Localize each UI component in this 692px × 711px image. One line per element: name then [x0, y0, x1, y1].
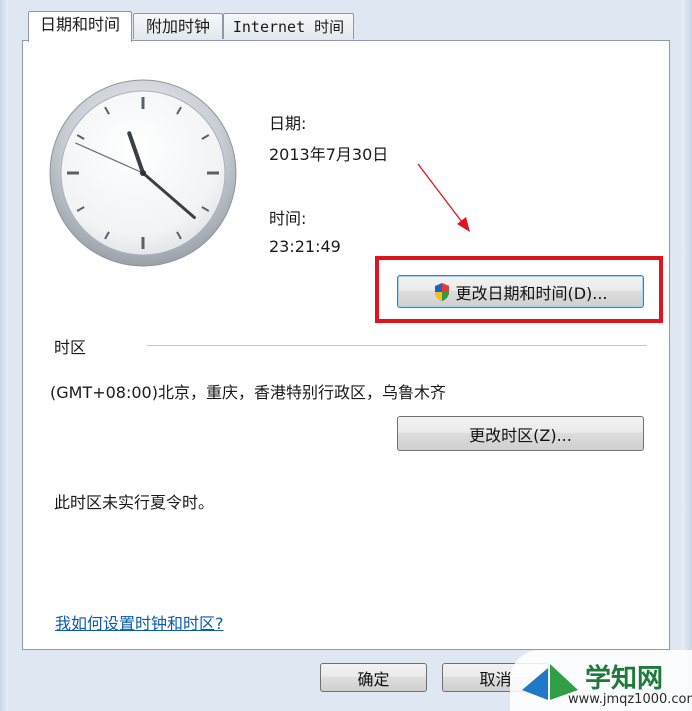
- watermark-url: www.jmqz1000.com: [568, 692, 692, 707]
- watermark-title: 学知网: [585, 664, 664, 694]
- date-value: 2013年7月30日: [269, 145, 389, 164]
- annotation-arrow: [417, 163, 470, 232]
- timezone-value: (GMT+08:00)北京，重庆，香港特别行政区，乌鲁木齐: [50, 383, 446, 402]
- clock-center-pin: [140, 170, 146, 176]
- cancel-label: 取消: [479, 669, 512, 689]
- time-label: 时间:: [269, 209, 307, 228]
- ok-label: 确定: [357, 669, 390, 689]
- tab-internet-time[interactable]: Internet 时间: [223, 13, 354, 39]
- tab-date-time[interactable]: 日期和时间: [28, 11, 132, 42]
- ok-button[interactable]: 确定: [320, 663, 427, 692]
- timezone-section-label: 时区: [54, 338, 87, 357]
- window-frame-left: [0, 0, 8, 711]
- timezone-divider: [147, 345, 647, 346]
- time-value: 23:21:49: [269, 237, 341, 256]
- help-link[interactable]: 我如何设置时钟和时区?: [55, 610, 224, 634]
- date-label: 日期:: [269, 114, 307, 133]
- change-timezone-label: 更改时区(Z)...: [469, 425, 572, 445]
- change-timezone-button[interactable]: 更改时区(Z)...: [397, 416, 644, 451]
- tab-additional-clocks[interactable]: 附加时钟: [133, 13, 223, 39]
- analog-clock: [49, 79, 237, 267]
- dst-note: 此时区未实行夏令时。: [54, 493, 215, 512]
- window-frame-right: [682, 0, 692, 711]
- annotation-highlight-box: [375, 256, 663, 323]
